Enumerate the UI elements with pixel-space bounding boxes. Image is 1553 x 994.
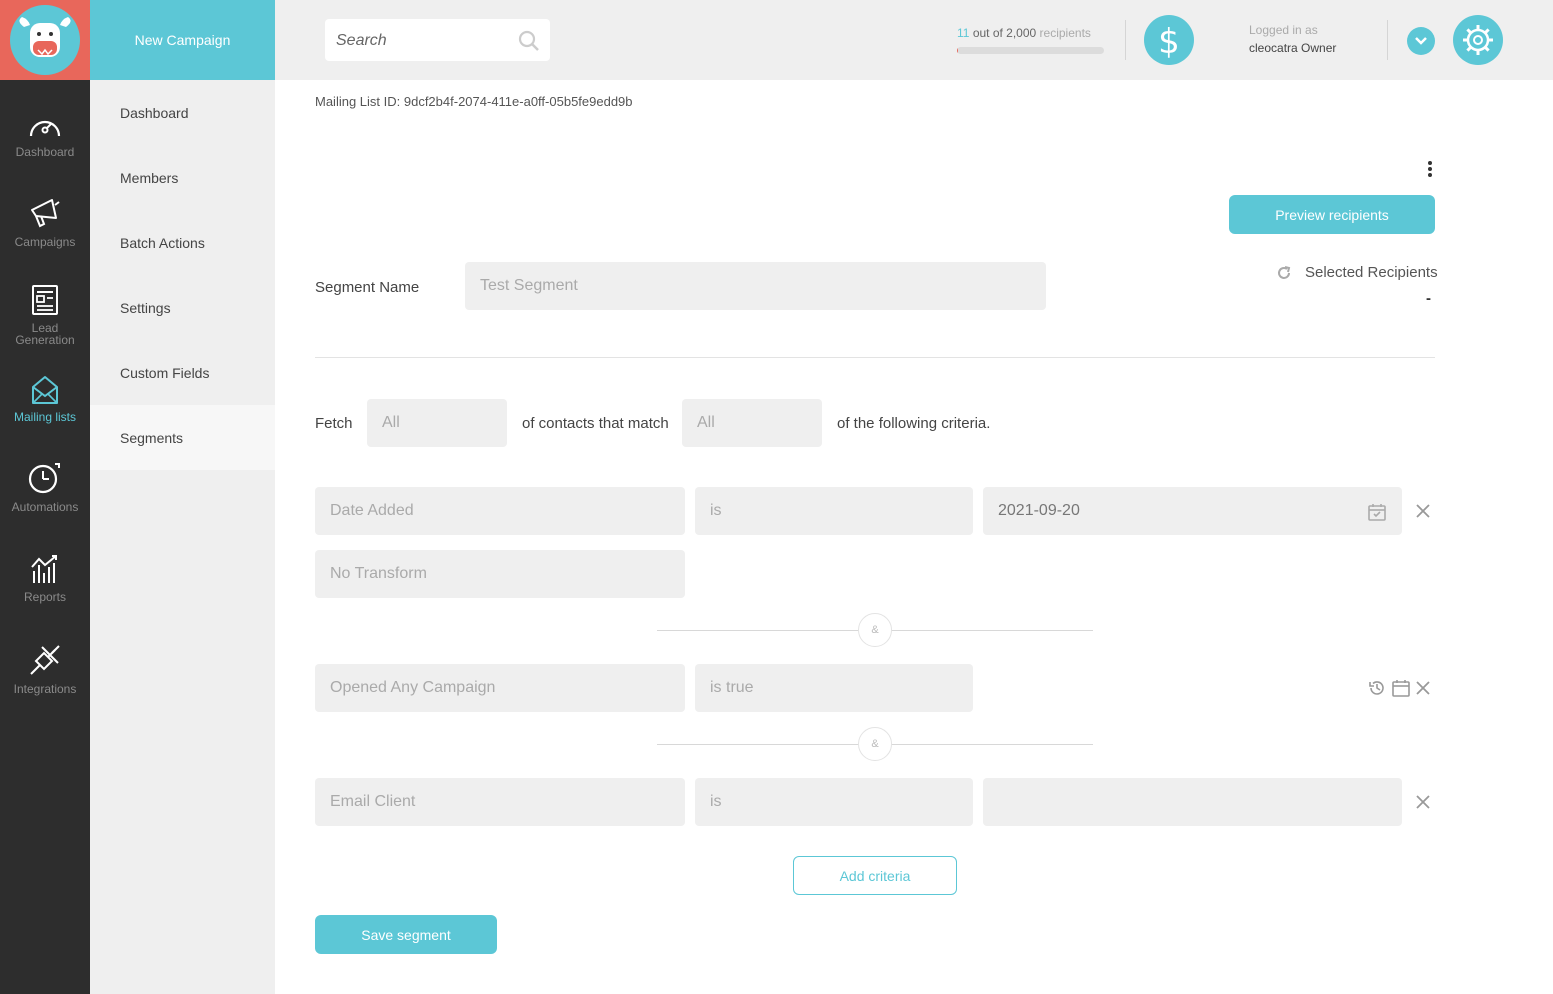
- recipient-label: recipients: [1039, 26, 1091, 40]
- recipient-usage-bar: [957, 47, 1104, 54]
- criterion-operator-select[interactable]: is: [695, 487, 973, 535]
- calendar-icon[interactable]: [1392, 679, 1410, 697]
- settings-button[interactable]: [1453, 15, 1503, 65]
- close-icon[interactable]: [1416, 795, 1430, 809]
- fetch-select[interactable]: All: [367, 399, 507, 447]
- selected-recipients-label: Selected Recipients: [1305, 264, 1438, 281]
- criterion-operator-select[interactable]: is true: [695, 664, 973, 712]
- match-value: All: [697, 414, 715, 431]
- recipient-count: 11: [957, 26, 970, 40]
- and-separator: &: [858, 613, 892, 647]
- search-input[interactable]: Search: [325, 19, 550, 61]
- nav-campaigns[interactable]: Campaigns: [0, 194, 90, 248]
- mailing-list-id: Mailing List ID: 9dcf2b4f-2074-411e-a0ff…: [315, 94, 633, 109]
- criterion-date-value: 2021-09-20: [998, 502, 1080, 519]
- current-user: cleocatra Owner: [1249, 41, 1337, 55]
- add-criteria-button[interactable]: Add criteria: [793, 856, 957, 895]
- history-icon[interactable]: [1368, 679, 1386, 697]
- preview-recipients-button[interactable]: Preview recipients: [1229, 195, 1435, 234]
- criterion-operator-value: is: [710, 502, 722, 519]
- subnav-item-settings[interactable]: Settings: [90, 275, 275, 340]
- criterion-field-value: Opened Any Campaign: [330, 679, 496, 696]
- recipient-usage-fill: [957, 47, 959, 54]
- criterion-field-select[interactable]: Email Client: [315, 778, 685, 826]
- criterion-field-select[interactable]: Opened Any Campaign: [315, 664, 685, 712]
- recipient-total: out of 2,000: [972, 26, 1037, 40]
- segment-name-value: Test Segment: [480, 277, 578, 294]
- stopwatch-icon: [28, 463, 60, 494]
- subnav-item-segments[interactable]: Segments: [90, 405, 275, 470]
- nav-reports[interactable]: Reports: [0, 553, 90, 603]
- nav-dashboard-label: Dashboard: [15, 145, 75, 159]
- criterion-transform-select[interactable]: No Transform: [315, 550, 685, 598]
- top-header: Search 11 out of 2,000 recipients $ Logg…: [275, 0, 1553, 80]
- nav-reports-label: Reports: [23, 590, 67, 604]
- subnav-item-batch-actions[interactable]: Batch Actions: [90, 210, 275, 275]
- gear-icon: [1463, 25, 1493, 55]
- subnav-item-members[interactable]: Members: [90, 145, 275, 210]
- criterion-field-select[interactable]: Date Added: [315, 487, 685, 535]
- fetch-label: Fetch: [315, 415, 353, 432]
- more-options-icon[interactable]: [1420, 158, 1440, 180]
- app-logo[interactable]: [10, 5, 80, 75]
- nav-lead-generation-label: Lead Generation: [15, 321, 75, 347]
- logged-in-label: Logged in as: [1249, 23, 1318, 37]
- section-divider: [315, 357, 1435, 358]
- logo-area: [0, 0, 90, 80]
- billing-button[interactable]: $: [1144, 15, 1194, 65]
- criterion-field-value: Date Added: [330, 502, 414, 519]
- svg-text:$: $: [1158, 22, 1180, 59]
- form-icon: [32, 285, 58, 315]
- search-placeholder: Search: [336, 32, 387, 49]
- dollar-icon: $: [1158, 22, 1180, 59]
- nav-lead-generation[interactable]: Lead Generation: [0, 284, 90, 346]
- refresh-icon[interactable]: [1275, 264, 1293, 282]
- criterion-operator-value: is: [710, 793, 722, 810]
- criterion-operator-select[interactable]: is: [695, 778, 973, 826]
- calendar-icon[interactable]: [1368, 503, 1386, 521]
- close-icon[interactable]: [1416, 681, 1430, 695]
- nav-mailing-lists-label: Mailing lists: [13, 410, 76, 424]
- contacts-match-label: of contacts that match: [522, 415, 669, 432]
- subnav-item-custom-fields[interactable]: Custom Fields: [90, 340, 275, 405]
- criteria-suffix-label: of the following criteria.: [837, 415, 991, 432]
- segment-name-field[interactable]: Test Segment: [465, 262, 1046, 310]
- fetch-value: All: [382, 414, 400, 431]
- nav-automations[interactable]: Automations: [0, 461, 90, 513]
- subnav-item-dashboard[interactable]: Dashboard: [90, 80, 275, 145]
- recipient-usage: 11 out of 2,000 recipients: [957, 26, 1091, 40]
- envelope-icon: [32, 376, 58, 404]
- header-divider: [1387, 20, 1388, 60]
- speedometer-icon: [29, 120, 61, 137]
- plug-icon: [30, 645, 60, 675]
- new-campaign-button[interactable]: New Campaign: [90, 0, 275, 80]
- criterion-field-value: Email Client: [330, 793, 416, 810]
- close-icon[interactable]: [1416, 504, 1430, 518]
- segment-name-label: Segment Name: [315, 279, 420, 296]
- chevron-down-icon: [1415, 37, 1427, 45]
- nav-dashboard[interactable]: Dashboard: [0, 114, 90, 158]
- header-divider: [1125, 20, 1126, 60]
- and-separator: &: [858, 727, 892, 761]
- criterion-operator-value: is true: [710, 679, 754, 696]
- nav-automations-label: Automations: [11, 500, 79, 514]
- nav-integrations[interactable]: Integrations: [0, 643, 90, 695]
- selected-recipients-value: -: [1426, 290, 1431, 307]
- nav-mailing-lists[interactable]: Mailing lists: [0, 373, 90, 423]
- criterion-transform-value: No Transform: [330, 565, 427, 582]
- criterion-value-input[interactable]: [983, 778, 1402, 826]
- criterion-date-input[interactable]: 2021-09-20: [983, 487, 1402, 535]
- match-select[interactable]: All: [682, 399, 822, 447]
- mailing-list-subnav: New Campaign Dashboard Members Batch Act…: [90, 0, 275, 994]
- search-icon[interactable]: [518, 30, 540, 52]
- main-navigation-rail: Dashboard Campaigns Lead Generation Mail…: [0, 0, 90, 994]
- nav-integrations-label: Integrations: [13, 682, 77, 696]
- user-menu-toggle[interactable]: [1407, 27, 1435, 55]
- save-segment-button[interactable]: Save segment: [315, 915, 497, 954]
- bar-chart-icon: [31, 555, 57, 583]
- megaphone-icon: [31, 199, 60, 228]
- nav-campaigns-label: Campaigns: [14, 235, 76, 249]
